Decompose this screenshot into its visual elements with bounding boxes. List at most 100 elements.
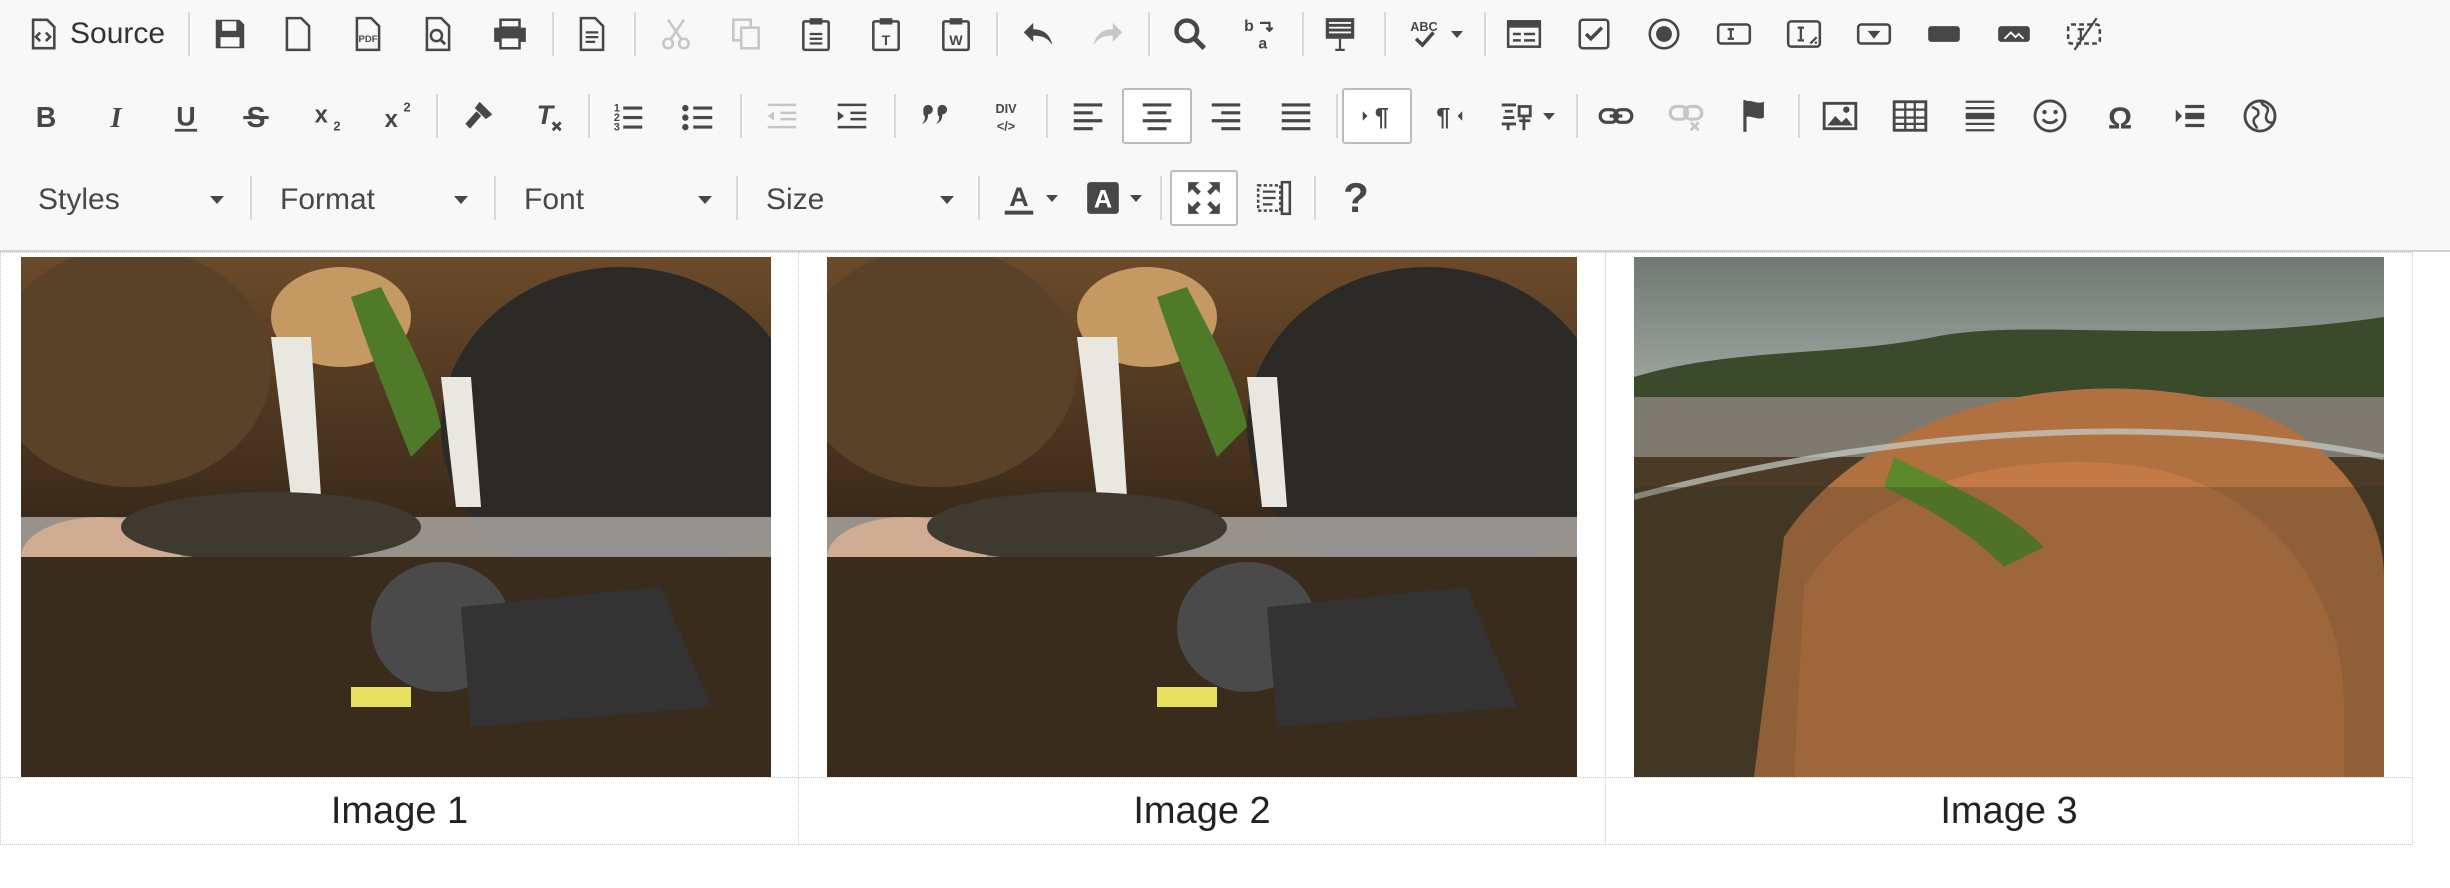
ltr-button[interactable]: ¶ [1342,88,1412,144]
templates-icon [579,16,605,52]
export-pdf-button[interactable]: PDF [344,6,392,62]
format-combo-label: Format [280,183,376,216]
superscript-icon: x2 [385,100,411,133]
templates-button[interactable] [568,6,616,62]
separator [1384,12,1386,56]
smiley-icon [2033,99,2067,133]
bulleted-list-button[interactable] [674,88,722,144]
smiley-button[interactable] [2026,88,2074,144]
indent-button[interactable] [828,88,876,144]
font-combo[interactable]: Font [508,172,726,228]
print-button[interactable] [486,6,534,62]
form-button[interactable] [1500,6,1548,62]
special-char-button[interactable]: Ω [2096,88,2144,144]
waterfall-snorkeler-image[interactable] [827,257,1577,777]
align-center-button[interactable] [1122,88,1192,144]
editor-content[interactable]: Image 1 Image 2 Image 3 [0,252,2450,888]
svg-text:ABC: ABC [1410,20,1437,34]
source-button[interactable]: Source [22,6,172,62]
separator [996,12,998,56]
source-label: Source [70,17,166,50]
waterfall-snorkeler-image[interactable] [21,257,771,777]
size-combo[interactable]: Size [750,172,968,228]
remove-format-button[interactable]: T [524,88,572,144]
superscript-button[interactable]: x2 [372,88,420,144]
spell-check-button[interactable]: ABC [1398,6,1470,62]
preview-button[interactable] [414,6,462,62]
undo-button[interactable] [1014,6,1062,62]
rtl-button[interactable]: ¶ [1424,88,1472,144]
ltr-icon: ¶ [1362,104,1389,132]
numbered-list-button[interactable]: 123 [604,88,652,144]
hidden-field-button[interactable] [2060,6,2108,62]
select-field-button[interactable] [1850,6,1898,62]
horizontal-line-button[interactable] [1956,88,2004,144]
text-field-button[interactable] [1710,6,1758,62]
styles-combo[interactable]: Styles [22,172,238,228]
copy-formatting-button[interactable] [454,88,502,144]
radio-button[interactable] [1640,6,1688,62]
table-button[interactable] [1886,88,1934,144]
anchor-button[interactable] [1732,88,1780,144]
background-color-button[interactable]: A [1078,170,1148,226]
create-div-button[interactable]: DIV </> [982,88,1030,144]
text-color-button[interactable]: A [994,170,1064,226]
align-left-icon [1073,103,1103,131]
replace-button[interactable]: ba [1236,6,1284,62]
subscript-icon: x2 [315,101,341,133]
separator [588,94,590,138]
cut-button[interactable] [652,6,700,62]
select-all-button[interactable] [1316,6,1364,62]
image-button-button[interactable] [1990,6,2038,62]
svg-text:</>: </> [997,119,1015,133]
language-button[interactable] [1490,88,1562,144]
svg-text:2: 2 [334,119,341,133]
separator [250,176,252,220]
iframe-button[interactable] [2236,88,2284,144]
new-page-button[interactable] [274,6,322,62]
show-blocks-button[interactable] [1250,170,1298,226]
paste-button[interactable] [792,6,840,62]
button-field-button[interactable] [1920,6,1968,62]
maximize-button[interactable] [1170,170,1238,226]
align-right-button[interactable] [1202,88,1250,144]
help-button[interactable]: ? [1332,170,1380,226]
bold-icon: B [36,102,57,134]
replace-icon: ba [1244,18,1274,52]
page-break-button[interactable] [2166,88,2214,144]
image-caption-2[interactable]: Image 2 [798,777,1606,845]
image-caption-3[interactable]: Image 3 [1605,777,2413,845]
svg-text:A: A [1009,182,1028,212]
paste-text-button[interactable]: T [862,6,910,62]
subscript-button[interactable]: x2 [302,88,350,144]
bold-button[interactable]: B [22,88,70,144]
save-icon [215,19,245,49]
link-button[interactable] [1592,88,1640,144]
strike-button[interactable]: S [232,88,280,144]
bulleted-list-icon [682,104,713,131]
rtl-icon: ¶ [1436,104,1463,132]
italic-button[interactable]: I [92,88,140,144]
textarea-button[interactable] [1780,6,1828,62]
chevron-down-icon [940,196,954,204]
justify-button[interactable] [1272,88,1320,144]
outdent-button[interactable] [758,88,806,144]
find-button[interactable] [1166,6,1214,62]
svg-text:a: a [1258,35,1267,52]
size-combo-label: Size [766,183,825,216]
underline-button[interactable]: U [162,88,210,144]
blockquote-button[interactable] [912,88,960,144]
image-caption-1[interactable]: Image 1 [0,777,799,845]
copy-button[interactable] [722,6,770,62]
format-combo[interactable]: Format [264,172,482,228]
align-left-button[interactable] [1064,88,1112,144]
save-button[interactable] [206,6,254,62]
unlink-button[interactable] [1662,88,1710,144]
separator [1314,176,1316,220]
checkbox-button[interactable] [1570,6,1618,62]
paste-from-word-button[interactable]: W [932,6,980,62]
align-center-icon [1142,103,1172,131]
redo-button[interactable] [1084,6,1132,62]
image-button[interactable] [1816,88,1864,144]
split-water-rock-image[interactable] [1634,257,2384,777]
